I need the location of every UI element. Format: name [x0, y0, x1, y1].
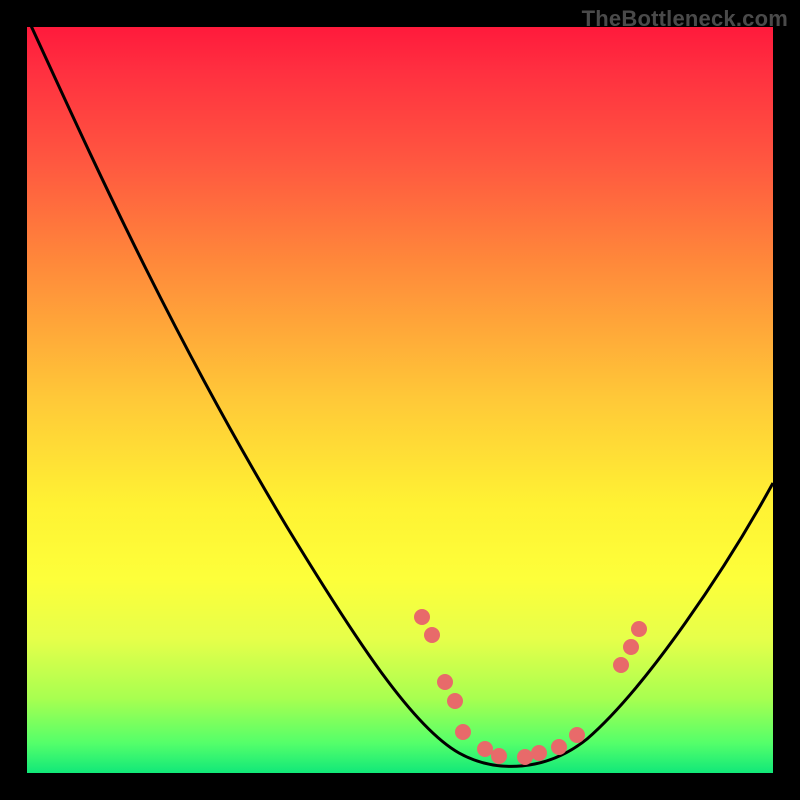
point-5	[477, 741, 493, 757]
point-6	[491, 748, 507, 764]
point-9	[551, 739, 567, 755]
point-12	[623, 639, 639, 655]
bottleneck-curve	[27, 27, 773, 766]
chart-svg	[27, 27, 773, 773]
point-8	[531, 745, 547, 761]
point-10	[569, 727, 585, 743]
point-4	[455, 724, 471, 740]
data-points	[414, 609, 647, 765]
point-7	[517, 749, 533, 765]
point-2	[437, 674, 453, 690]
point-3	[447, 693, 463, 709]
point-13	[631, 621, 647, 637]
point-1	[424, 627, 440, 643]
chart-area	[27, 27, 773, 773]
point-0	[414, 609, 430, 625]
point-11	[613, 657, 629, 673]
